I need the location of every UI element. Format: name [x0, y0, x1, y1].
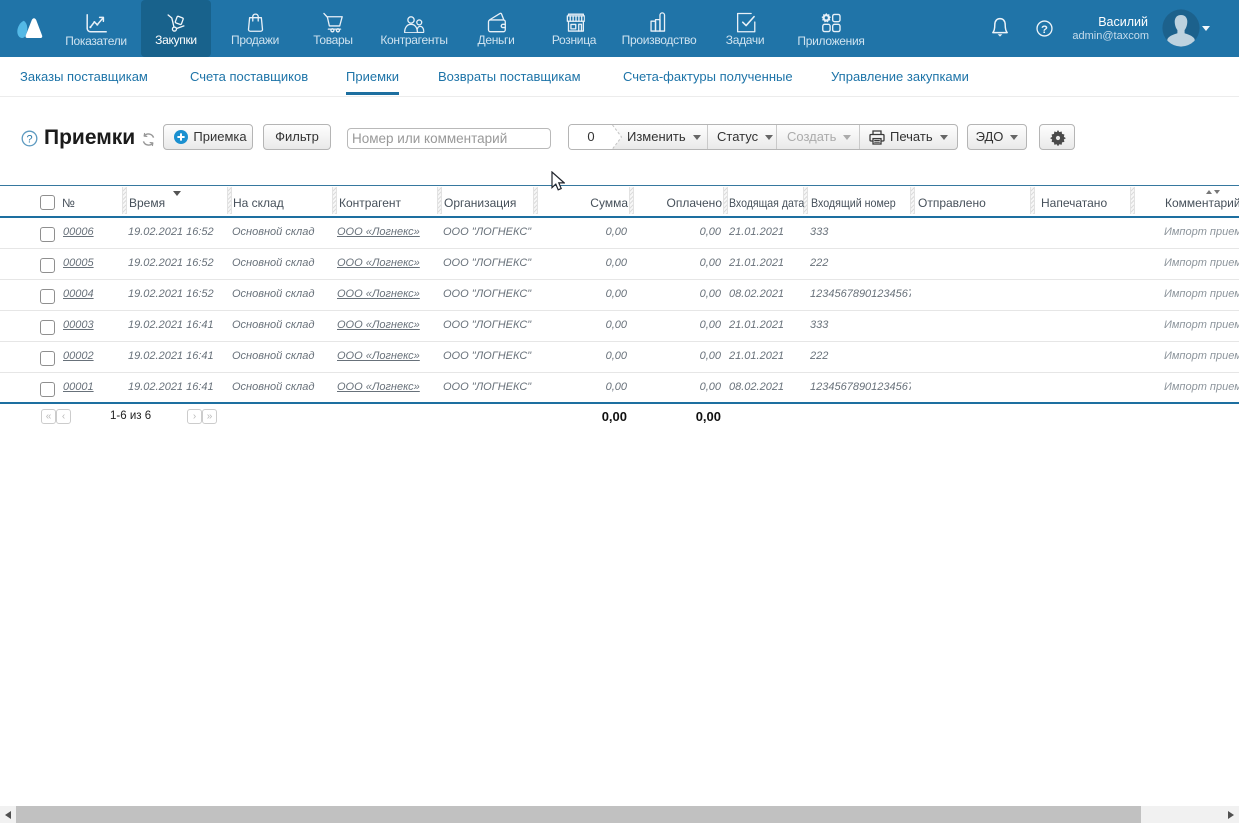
svg-text:?: ?: [1041, 24, 1048, 36]
svg-text:?: ?: [26, 134, 32, 146]
